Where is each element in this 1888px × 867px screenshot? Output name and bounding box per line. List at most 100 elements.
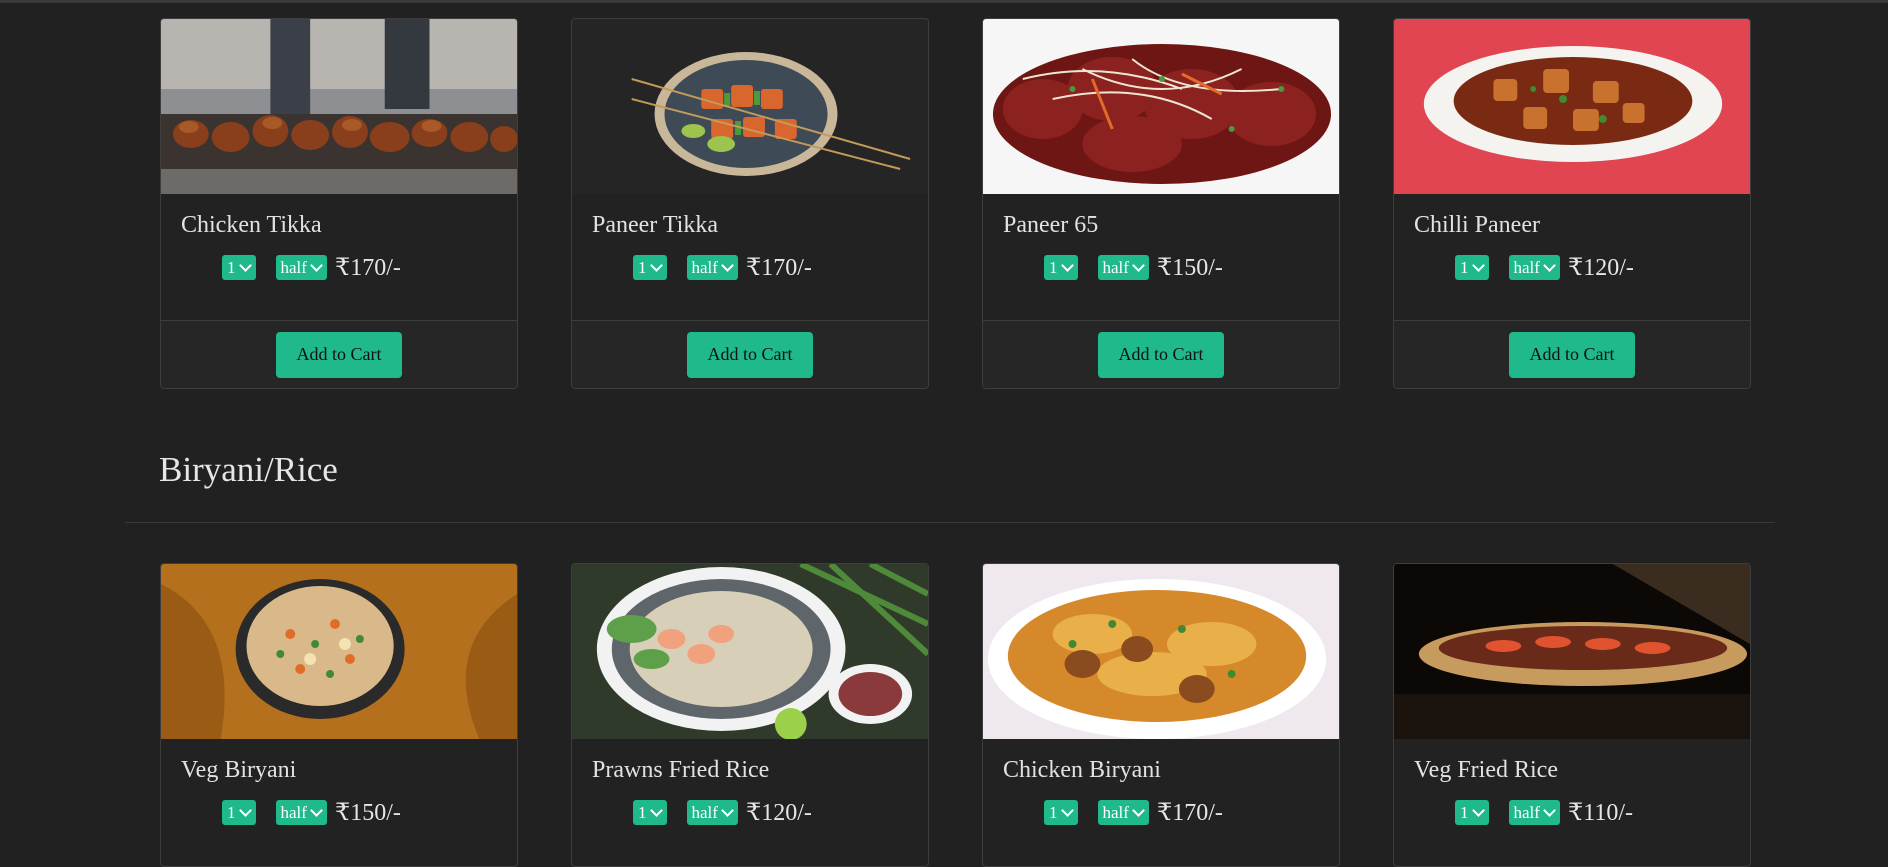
- size-select[interactable]: half: [1508, 255, 1560, 280]
- item-options: 1 half ₹110/-: [1414, 798, 1730, 827]
- food-image: [1394, 19, 1750, 194]
- item-price: ₹110/-: [1567, 800, 1633, 826]
- chevron-down-icon: [1060, 258, 1074, 272]
- size-select[interactable]: half: [275, 800, 327, 825]
- chevron-down-icon: [649, 803, 663, 817]
- biryani-rice-grid: Veg Biryani 1 half ₹150/- Prawns Fried R…: [160, 563, 1751, 867]
- item-price: ₹170/-: [334, 255, 401, 281]
- card-footer: Add to Cart: [161, 321, 517, 388]
- quantity-select[interactable]: 1: [1455, 255, 1489, 280]
- chevron-down-icon: [649, 258, 663, 272]
- quantity-value: 1: [1049, 803, 1058, 822]
- size-value: half: [1513, 258, 1540, 277]
- item-name: Veg Fried Rice: [1414, 757, 1558, 783]
- chevron-down-icon: [1471, 803, 1485, 817]
- quantity-select[interactable]: 1: [222, 800, 256, 825]
- card-body: Chilli Paneer 1 half ₹120/-: [1394, 194, 1750, 321]
- card-footer: Add to Cart: [1394, 321, 1750, 388]
- food-image: [983, 19, 1339, 194]
- menu-card: Chicken Tikka 1 half ₹170/- Add to Cart: [160, 18, 518, 389]
- chevron-down-icon: [238, 258, 252, 272]
- food-image: [161, 19, 517, 194]
- add-to-cart-button[interactable]: Add to Cart: [276, 331, 402, 378]
- menu-card: Prawns Fried Rice 1 half ₹120/-: [571, 563, 929, 867]
- size-value: half: [280, 803, 307, 822]
- size-select[interactable]: half: [686, 255, 738, 280]
- item-options: 1 half ₹170/-: [181, 253, 497, 282]
- chevron-down-icon: [310, 803, 323, 817]
- item-name: Paneer Tikka: [592, 212, 718, 238]
- item-options: 1 half ₹120/-: [592, 798, 908, 827]
- quantity-value: 1: [227, 803, 236, 822]
- quantity-value: 1: [1460, 258, 1469, 277]
- section-divider: [125, 522, 1775, 523]
- menu-card: Paneer Tikka 1 half ₹170/- Add to Cart: [571, 18, 929, 389]
- chevron-down-icon: [1060, 803, 1074, 817]
- quantity-select[interactable]: 1: [633, 255, 667, 280]
- add-to-cart-button[interactable]: Add to Cart: [1098, 331, 1224, 378]
- quantity-select[interactable]: 1: [633, 800, 667, 825]
- card-footer: Add to Cart: [983, 321, 1339, 388]
- item-options: 1 half ₹170/-: [1003, 798, 1319, 827]
- add-to-cart-button[interactable]: Add to Cart: [1509, 331, 1635, 378]
- card-body: Veg Fried Rice 1 half ₹110/-: [1394, 739, 1750, 866]
- chevron-down-icon: [1471, 258, 1485, 272]
- size-select[interactable]: half: [1097, 800, 1149, 825]
- chevron-down-icon: [721, 803, 734, 817]
- quantity-select[interactable]: 1: [1044, 800, 1078, 825]
- quantity-value: 1: [638, 258, 647, 277]
- size-select[interactable]: half: [275, 255, 327, 280]
- quantity-select[interactable]: 1: [1044, 255, 1078, 280]
- card-body: Paneer 65 1 half ₹150/-: [983, 194, 1339, 321]
- item-name: Chicken Tikka: [181, 212, 322, 238]
- size-select[interactable]: half: [686, 800, 738, 825]
- section-title: Biryani/Rice: [159, 450, 338, 489]
- item-name: Chilli Paneer: [1414, 212, 1540, 238]
- item-name: Veg Biryani: [181, 757, 297, 783]
- menu-page: Chicken Tikka 1 half ₹170/- Add to Cart: [0, 0, 1888, 867]
- item-price: ₹170/-: [745, 255, 812, 281]
- card-footer: Add to Cart: [572, 321, 928, 388]
- size-value: half: [691, 803, 718, 822]
- menu-card: Paneer 65 1 half ₹150/- Add to Cart: [982, 18, 1340, 389]
- card-body: Prawns Fried Rice 1 half ₹120/-: [572, 739, 928, 866]
- quantity-value: 1: [1049, 258, 1058, 277]
- food-image: [572, 19, 928, 194]
- item-options: 1 half ₹170/-: [592, 253, 908, 282]
- food-image: [161, 564, 517, 739]
- chevron-down-icon: [310, 258, 323, 272]
- size-value: half: [1102, 258, 1129, 277]
- size-value: half: [1102, 803, 1129, 822]
- starters-grid: Chicken Tikka 1 half ₹170/- Add to Cart: [160, 18, 1751, 389]
- size-value: half: [1513, 803, 1540, 822]
- size-value: half: [691, 258, 718, 277]
- quantity-select[interactable]: 1: [1455, 800, 1489, 825]
- item-name: Chicken Biryani: [1003, 757, 1161, 783]
- item-price: ₹150/-: [1156, 255, 1223, 281]
- item-price: ₹170/-: [1156, 800, 1223, 826]
- chevron-down-icon: [1132, 803, 1145, 817]
- size-value: half: [280, 258, 307, 277]
- chevron-down-icon: [238, 803, 252, 817]
- menu-card: Veg Fried Rice 1 half ₹110/-: [1393, 563, 1751, 867]
- add-to-cart-button[interactable]: Add to Cart: [687, 331, 813, 378]
- size-select[interactable]: half: [1097, 255, 1149, 280]
- size-select[interactable]: half: [1508, 800, 1560, 825]
- item-options: 1 half ₹120/-: [1414, 253, 1730, 282]
- item-options: 1 half ₹150/-: [181, 798, 497, 827]
- menu-card: Chilli Paneer 1 half ₹120/- Add to Cart: [1393, 18, 1751, 389]
- item-price: ₹120/-: [745, 800, 812, 826]
- item-name: Paneer 65: [1003, 212, 1099, 238]
- quantity-value: 1: [638, 803, 647, 822]
- item-options: 1 half ₹150/-: [1003, 253, 1319, 282]
- chevron-down-icon: [1543, 258, 1556, 272]
- food-image: [983, 564, 1339, 739]
- quantity-select[interactable]: 1: [222, 255, 256, 280]
- card-body: Paneer Tikka 1 half ₹170/-: [572, 194, 928, 321]
- quantity-value: 1: [1460, 803, 1469, 822]
- chevron-down-icon: [1132, 258, 1145, 272]
- card-body: Veg Biryani 1 half ₹150/-: [161, 739, 517, 866]
- item-price: ₹150/-: [334, 800, 401, 826]
- quantity-value: 1: [227, 258, 236, 277]
- card-body: Chicken Biryani 1 half ₹170/-: [983, 739, 1339, 866]
